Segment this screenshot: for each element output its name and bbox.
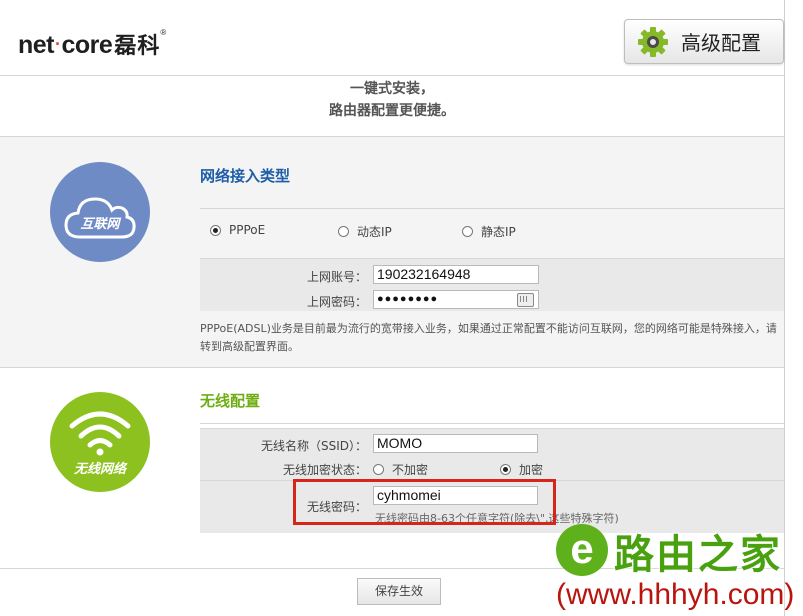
radio-static-ip-dot: [462, 226, 473, 237]
advanced-config-label: 高级配置: [681, 31, 761, 55]
netcore-logo: net·core磊科®: [18, 28, 166, 59]
watermark-logo-icon: e: [556, 524, 608, 576]
radio-encrypt-dot: [500, 464, 511, 475]
account-label: 上网账号：: [306, 270, 367, 284]
radio-encrypt[interactable]: 加密: [500, 461, 543, 478]
watermark-site-name: 路由之家: [614, 532, 782, 578]
radio-pppoe[interactable]: PPPoE: [210, 223, 265, 237]
encrypt-label: 无线加密状态：: [282, 463, 367, 477]
advanced-config-button[interactable]: 高级配置: [624, 19, 784, 64]
highlight-box: [293, 479, 556, 525]
ssid-label: 无线名称（SSID）：: [260, 439, 367, 453]
watermark-url: (www.hhhyh.com): [556, 578, 795, 611]
password-label: 上网密码：: [306, 295, 367, 309]
divider: [200, 423, 784, 424]
watermark: e 路由之家 (www.hhhyh.com): [552, 522, 803, 616]
internet-caption: 互联网: [80, 216, 120, 232]
header: net·core磊科® 高级配置: [0, 0, 784, 76]
radio-dynamic-ip-dot: [338, 226, 349, 237]
radio-pppoe-dot: [210, 224, 221, 236]
wifi-icon: [69, 411, 131, 455]
pppoe-note: PPPoE(ADSL)业务是目前最为流行的宽带接入业务，如果通过正常配置不能访问…: [200, 322, 777, 353]
internet-section: 互联网 网络接入类型 PPPoE 动态IP 静态IP 上网账号： 1902321…: [0, 136, 784, 368]
password-input[interactable]: ●●●●●●●●: [373, 290, 539, 309]
radio-no-encrypt-dot: [373, 464, 384, 475]
keyboard-icon[interactable]: [517, 293, 534, 307]
radio-static-ip[interactable]: 静态IP: [462, 223, 516, 240]
account-input[interactable]: 190232164948: [373, 265, 539, 284]
radio-dynamic-ip[interactable]: 动态IP: [338, 223, 392, 240]
radio-no-encrypt[interactable]: 不加密: [373, 461, 428, 478]
divider: [200, 208, 784, 209]
wireless-caption: 无线网络: [73, 461, 126, 477]
slogan: 一键式安装， 路由器配置更便捷。: [329, 81, 455, 119]
gear-icon: [638, 26, 668, 57]
internet-circle: 互联网: [50, 162, 150, 262]
wireless-circle: 无线网络: [50, 392, 150, 492]
internet-type-title: 网络接入类型: [200, 167, 291, 185]
pppoe-form: 上网账号： 190232164948 上网密码： ●●●●●●●●: [200, 258, 784, 311]
ssid-input[interactable]: MOMO: [373, 434, 538, 453]
save-button[interactable]: 保存生效: [357, 578, 441, 605]
wireless-config-title: 无线配置: [200, 392, 261, 410]
